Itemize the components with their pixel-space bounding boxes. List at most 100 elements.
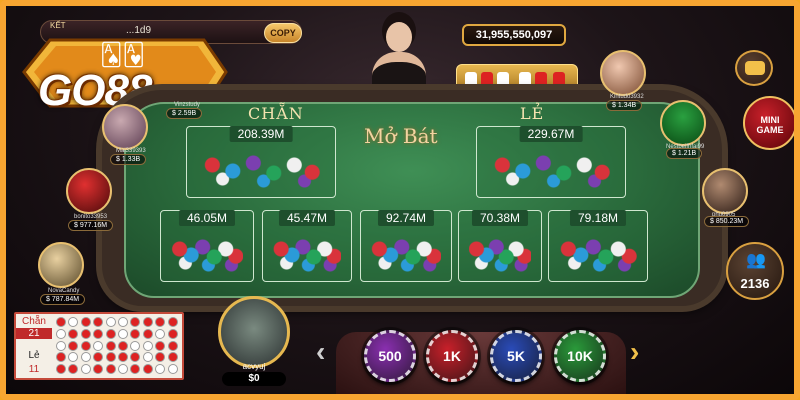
history-le-count: 11 xyxy=(28,364,40,375)
chip-pile xyxy=(559,233,637,273)
chip-pile xyxy=(171,233,243,273)
result-label: KẾT xyxy=(50,21,66,30)
chip-pile xyxy=(273,233,341,273)
chip-1k[interactable]: 1K xyxy=(426,330,478,382)
history-dot xyxy=(155,340,166,351)
history-dot xyxy=(68,364,79,375)
chan-label: CHẴN xyxy=(248,104,304,123)
self-avatar[interactable] xyxy=(218,296,290,368)
history-dot xyxy=(142,340,153,351)
history-dot xyxy=(105,328,116,339)
history-dot xyxy=(130,317,141,327)
bet-area-slot-5[interactable]: 79.18M xyxy=(548,210,648,282)
player-avatar[interactable] xyxy=(102,104,148,150)
playing-cards-icon: 🂡🂱 xyxy=(100,42,146,67)
game-frame: KẾT ...1d9 COPY 🂡🂱 GO88 31,955,550,097 C… xyxy=(0,0,800,400)
self-name: acvyuj xyxy=(242,362,266,371)
history-dot xyxy=(80,364,91,375)
history-dot xyxy=(56,317,66,327)
player-avatar[interactable] xyxy=(66,168,112,214)
history-dot xyxy=(130,364,141,375)
player-money: $ 977.16M xyxy=(68,220,114,231)
history-dot xyxy=(142,328,153,339)
history-dot xyxy=(68,352,79,363)
history-dot xyxy=(155,352,166,363)
history-dot xyxy=(80,340,91,351)
history-dot xyxy=(56,364,66,375)
history-dot xyxy=(155,328,166,339)
history-chan-label: Chẵn xyxy=(22,316,46,327)
users-icon: 👥 xyxy=(746,252,766,269)
jackpot-indicator xyxy=(465,72,477,92)
history-dot xyxy=(105,317,116,327)
chat-button[interactable] xyxy=(735,50,773,86)
history-dot xyxy=(93,328,104,339)
history-dot xyxy=(130,340,141,351)
history-dot xyxy=(155,364,166,375)
bet-area-slot-2[interactable]: 45.47M xyxy=(262,210,352,282)
history-grid xyxy=(56,317,180,377)
jackpot-amount: 31,955,550,097 xyxy=(462,24,566,46)
history-dot xyxy=(167,364,178,375)
history-dot xyxy=(142,352,153,363)
bet-amount-slot-2: 45.47M xyxy=(278,210,336,226)
player-avatar[interactable] xyxy=(600,50,646,96)
bet-area-chan[interactable]: 208.39M xyxy=(186,126,336,198)
dealer-head xyxy=(386,22,412,52)
jackpot-indicator xyxy=(519,72,531,92)
chip-500[interactable]: 500 xyxy=(364,330,416,382)
chip-10k[interactable]: 10K xyxy=(554,330,606,382)
chip-5k[interactable]: 5K xyxy=(490,330,542,382)
player-avatar[interactable] xyxy=(38,242,84,288)
history-dot xyxy=(80,352,91,363)
player-avatar[interactable] xyxy=(702,168,748,214)
history-dot xyxy=(56,328,66,339)
chip-pile xyxy=(487,149,615,189)
history-dot xyxy=(105,364,116,375)
history-dot xyxy=(142,317,153,327)
history-dot xyxy=(68,328,79,339)
history-dot xyxy=(167,352,178,363)
player-money: $ 1.21B xyxy=(666,148,703,159)
bet-area-slot-1[interactable]: 46.05M xyxy=(160,210,254,282)
bet-area-slot-4[interactable]: 70.38M xyxy=(458,210,542,282)
chevron-right-icon[interactable]: › xyxy=(630,336,639,368)
history-dot xyxy=(118,317,128,327)
bet-amount-slot-1: 46.05M xyxy=(178,210,236,226)
chat-icon xyxy=(745,61,765,75)
online-players-button[interactable]: 👥 2136 xyxy=(726,242,784,300)
copy-button[interactable]: COPY xyxy=(264,23,302,43)
history-dot xyxy=(93,340,104,351)
mini-game-button[interactable]: MINI GAME xyxy=(743,96,794,150)
player-money: $ 850.23M xyxy=(704,216,750,227)
history-dot xyxy=(155,317,166,327)
history-dot xyxy=(130,352,141,363)
history-dot xyxy=(68,317,79,327)
history-dot xyxy=(167,328,178,339)
open-bowl-text: Mở Bát xyxy=(364,124,438,148)
bet-area-le[interactable]: 229.67M xyxy=(476,126,626,198)
chevron-left-icon[interactable]: ‹ xyxy=(316,336,325,368)
bet-area-slot-3[interactable]: 92.74M xyxy=(360,210,452,282)
mini-game-label: GAME xyxy=(756,125,784,135)
chip-pile xyxy=(197,149,325,189)
le-label: LẺ xyxy=(520,104,545,123)
chip-pile xyxy=(469,233,531,273)
history-dot xyxy=(93,352,104,363)
jackpot-indicator xyxy=(497,72,509,92)
jackpot-indicator xyxy=(481,72,493,92)
player-money: $ 2.59B xyxy=(166,108,203,119)
history-dot xyxy=(93,317,104,327)
chip-pile xyxy=(371,233,441,273)
history-dot xyxy=(142,364,153,375)
bet-amount-slot-3: 92.74M xyxy=(377,210,435,226)
history-board[interactable]: Chẵn 21 Lẻ 11 xyxy=(14,312,184,380)
player-money: $ 1.34B xyxy=(606,100,643,111)
player-avatar[interactable] xyxy=(660,100,706,146)
history-chan-count: 21 xyxy=(16,328,52,339)
history-dot xyxy=(118,364,128,375)
history-dot xyxy=(105,352,116,363)
online-count: 2136 xyxy=(740,276,770,291)
jackpot-indicator xyxy=(535,72,547,92)
self-money: $0 xyxy=(222,372,286,386)
